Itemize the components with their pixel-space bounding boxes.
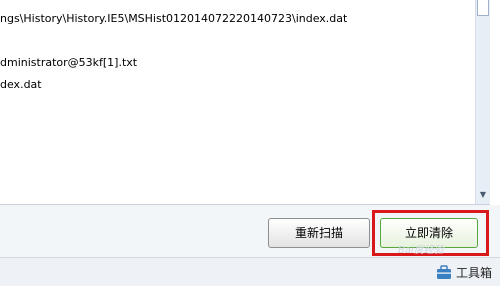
toolbox-label: 工具箱 [455,265,492,280]
toolbox-icon [436,265,451,279]
rescan-button[interactable]: 重新扫描 [268,218,370,248]
list-item[interactable]: dex.dat [0,78,42,92]
scroll-down-arrow-icon[interactable]: ▼ [477,188,489,202]
list-item[interactable]: dministrator@53kf[1].txt [0,56,137,70]
watermark: Bai度经验 [398,245,444,256]
scrollbar-thumb[interactable] [477,0,489,16]
toolbox-button[interactable]: 工具箱 [436,263,492,281]
list-item[interactable]: ngs\History\History.IE5\MSHist0120140722… [0,12,347,26]
file-list-panel: ngs\History\History.IE5\MSHist0120140722… [0,0,475,205]
vertical-scrollbar[interactable]: ▼ [475,0,490,204]
status-bar: 工具箱 [0,257,500,286]
action-footer: 重新扫描 立即清除 Bai度经验 [0,205,500,257]
